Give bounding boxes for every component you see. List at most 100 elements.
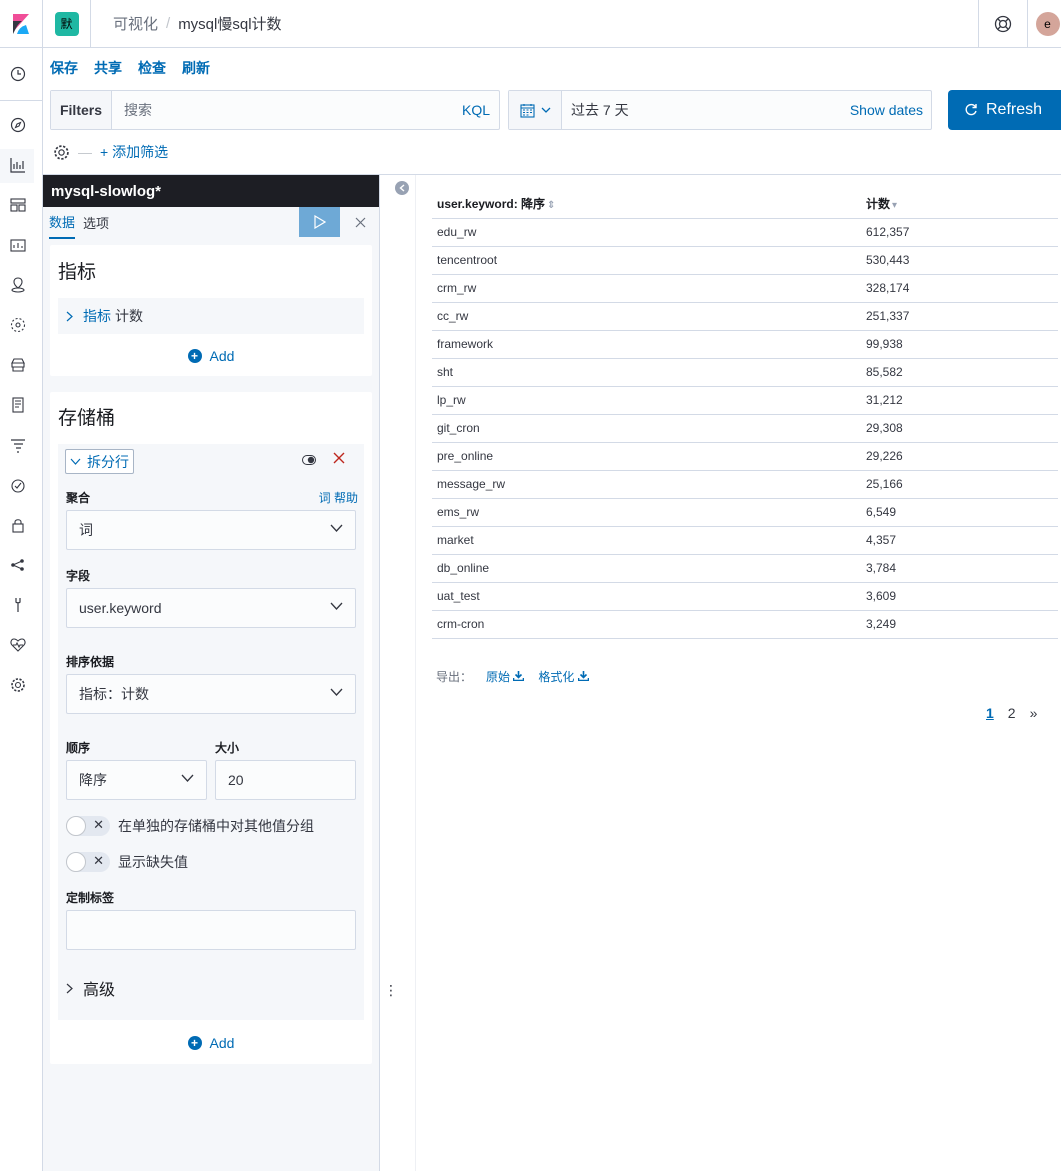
export-formatted-link[interactable]: 格式化 — [538, 668, 590, 685]
column-header-user[interactable]: user.keyword: 降序 ⇕ — [432, 190, 861, 219]
switch-knob — [66, 852, 86, 872]
gear-icon[interactable] — [53, 144, 70, 161]
export-label: 导出： — [436, 670, 473, 684]
field-select[interactable]: user.keyword — [66, 588, 356, 628]
filter-row: — + 添加筛选 — [53, 142, 168, 162]
size-input[interactable]: 20 — [215, 760, 356, 800]
nav-divider — [0, 100, 43, 101]
add-metric-button[interactable]: + Add — [50, 348, 372, 364]
header-bar: 默 可视化 / mysql慢sql计数 e — [0, 0, 1061, 48]
export-raw-link[interactable]: 原始 — [486, 668, 525, 685]
order-by-select[interactable]: 指标：计数 — [66, 674, 356, 714]
add-filter-button[interactable]: + 添加筛选 — [100, 142, 168, 162]
other-bucket-switch[interactable]: ✕ — [66, 816, 110, 836]
resize-handle-icon[interactable]: ⋮ — [384, 982, 398, 999]
field-value: user.keyword — [79, 600, 162, 616]
space-selector[interactable]: 默 — [43, 0, 91, 48]
visualize-icon[interactable] — [9, 156, 27, 174]
search-input[interactable] — [112, 91, 453, 129]
aggregation-select[interactable]: 词 — [66, 510, 356, 550]
side-nav — [0, 48, 43, 1171]
discover-icon[interactable] — [9, 116, 27, 134]
cell-count: 99,938 — [861, 330, 1058, 359]
remove-bucket-icon[interactable] — [333, 452, 345, 464]
table-row: uat_test 3,609 — [432, 582, 1058, 611]
cell-user: tencentroot — [432, 246, 861, 275]
machine-learning-icon[interactable] — [9, 316, 27, 334]
table-row: edu_rw 612,357 — [432, 218, 1058, 247]
metrics-panel: 指标 指标 计数 + Add — [50, 245, 372, 376]
cell-count: 31,212 — [861, 386, 1058, 415]
kql-toggle[interactable]: KQL — [453, 102, 499, 118]
cell-user: ems_rw — [432, 498, 861, 527]
metric-item[interactable]: 指标 计数 — [58, 298, 364, 334]
tab-data[interactable]: 数据 — [49, 212, 76, 239]
infrastructure-icon[interactable] — [9, 356, 27, 374]
refresh-icon — [965, 103, 977, 116]
discard-changes-button[interactable] — [351, 207, 369, 237]
save-link[interactable]: 保存 — [50, 58, 78, 78]
graph-icon[interactable] — [9, 556, 27, 574]
siem-lock-icon[interactable] — [9, 516, 27, 534]
sort-icon: ⇕ — [547, 200, 556, 212]
cell-user: framework — [432, 330, 861, 359]
help-menu-button[interactable] — [978, 0, 1027, 48]
canvas-icon[interactable] — [9, 236, 27, 254]
date-range-label[interactable]: 过去 7 天 — [562, 100, 850, 120]
pagination: 1 2 » — [986, 705, 1037, 721]
calendar-icon — [519, 103, 535, 118]
breadcrumb-visualize[interactable]: 可视化 — [113, 13, 158, 34]
refresh-link[interactable]: 刷新 — [182, 58, 210, 78]
tab-options[interactable]: 选项 — [83, 213, 109, 238]
recently-viewed-icon[interactable] — [9, 65, 27, 83]
export-bar: 导出： 原始 格式化 — [436, 668, 590, 685]
management-gear-icon[interactable] — [9, 676, 27, 694]
show-dates-button[interactable]: Show dates — [850, 102, 931, 118]
table-row: cc_rw 251,337 — [432, 302, 1058, 331]
column-header-count[interactable]: 计数 ▾ — [861, 190, 1058, 219]
play-icon — [313, 215, 326, 229]
aggregation-help-link[interactable]: 词 帮助 — [319, 489, 358, 506]
kibana-logo-icon — [13, 13, 29, 34]
cell-user: crm-cron — [432, 610, 861, 639]
missing-bucket-switch[interactable]: ✕ — [66, 852, 110, 872]
logs-icon[interactable] — [9, 396, 27, 414]
bucket-toggle[interactable]: 拆分行 — [65, 449, 134, 474]
toggle-agg-icon[interactable] — [302, 455, 316, 465]
metrics-title: 指标 — [58, 262, 97, 283]
custom-label-input[interactable] — [66, 910, 356, 950]
download-icon — [513, 671, 525, 682]
table-row: git_cron 29,308 — [432, 414, 1058, 443]
user-menu-button[interactable]: e — [1027, 0, 1061, 48]
next-page-button[interactable]: » — [1030, 705, 1038, 721]
buckets-panel: 存储桶 拆分行 聚合 词 帮助 词 字段 user.keyword 排序依据 指… — [50, 392, 372, 1064]
maps-icon[interactable] — [9, 276, 27, 294]
order-select[interactable]: 降序 — [66, 760, 207, 800]
kibana-logo[interactable] — [0, 0, 43, 48]
quick-select-button[interactable] — [509, 91, 562, 129]
order-value: 降序 — [79, 772, 107, 788]
cell-user: sht — [432, 358, 861, 387]
cell-count: 530,443 — [861, 246, 1058, 275]
cell-user: edu_rw — [432, 218, 861, 247]
dev-tools-icon[interactable] — [9, 596, 27, 614]
refresh-button[interactable]: Refresh — [948, 90, 1061, 130]
inspect-link[interactable]: 检查 — [138, 58, 166, 78]
advanced-toggle[interactable]: 高级 — [66, 976, 115, 1000]
apm-icon[interactable] — [9, 436, 27, 454]
page-2[interactable]: 2 — [1008, 705, 1016, 721]
share-link[interactable]: 共享 — [94, 58, 122, 78]
table-row: crm-cron 3,249 — [432, 610, 1058, 639]
dashboard-icon[interactable] — [9, 196, 27, 214]
add-bucket-button[interactable]: + Add — [50, 1035, 372, 1051]
table-row: market 4,357 — [432, 526, 1058, 555]
collapse-sidebar-button[interactable] — [395, 181, 409, 195]
filters-button[interactable]: Filters — [51, 91, 112, 129]
page-1[interactable]: 1 — [986, 705, 994, 721]
apply-changes-button[interactable] — [299, 207, 340, 237]
plus-circle-icon: + — [187, 1036, 202, 1050]
monitoring-icon[interactable] — [9, 636, 27, 654]
uptime-icon[interactable] — [9, 476, 27, 494]
close-icon — [355, 217, 365, 227]
table-row: tencentroot 530,443 — [432, 246, 1058, 275]
